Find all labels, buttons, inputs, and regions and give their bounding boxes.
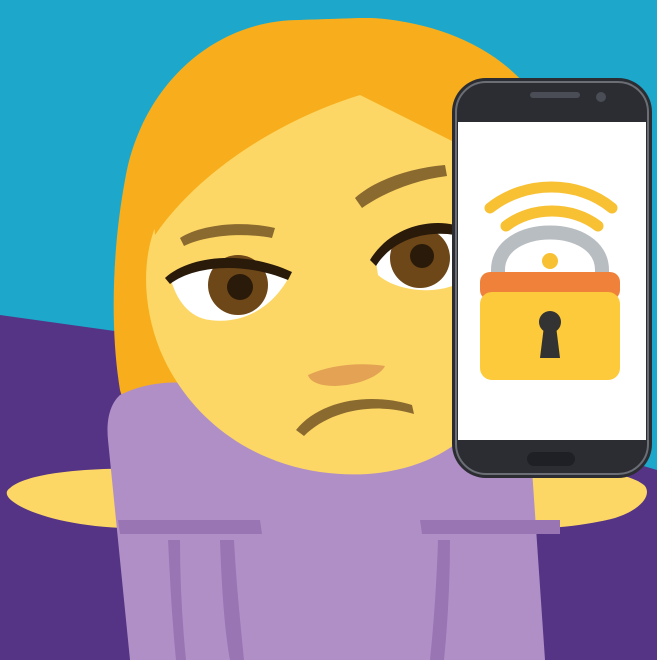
shrug-phone-illustration bbox=[0, 0, 657, 660]
